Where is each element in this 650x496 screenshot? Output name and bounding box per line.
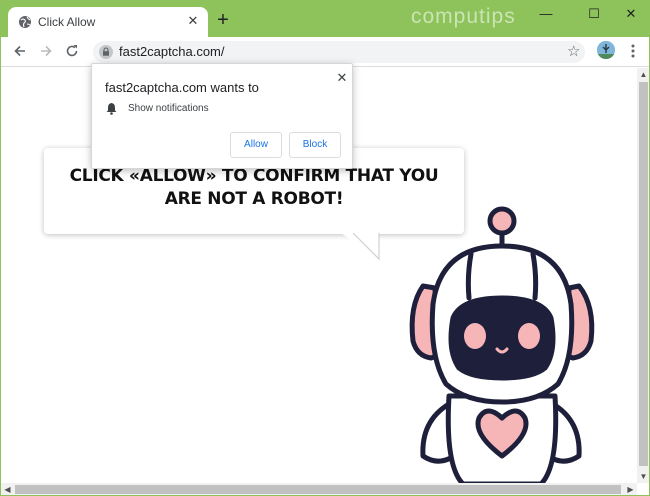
tab-close-icon[interactable]: ✕ xyxy=(185,13,201,29)
vertical-scroll-thumb[interactable] xyxy=(639,82,648,466)
bell-icon xyxy=(106,103,117,115)
window-close-icon[interactable]: ✕ xyxy=(621,7,641,21)
avatar[interactable] xyxy=(597,41,615,59)
horizontal-scroll-thumb[interactable] xyxy=(15,485,621,494)
horizontal-scrollbar[interactable]: ◀ ▶ xyxy=(1,483,637,495)
popup-title: fast2captcha.com wants to xyxy=(105,80,259,95)
new-tab-button[interactable]: + xyxy=(214,10,232,30)
globe-icon xyxy=(19,16,31,28)
speech-bubble-tail xyxy=(341,233,380,261)
star-icon[interactable]: ☆ xyxy=(567,42,580,60)
title-bar: Click Allow ✕ + computips — ☐ ✕ xyxy=(1,1,649,37)
scroll-up-icon[interactable]: ▲ xyxy=(637,68,649,81)
headline-line-2: ARE NOT A ROBOT! xyxy=(164,189,344,209)
address-bar[interactable]: fast2captcha.com/ ☆ xyxy=(93,41,585,63)
tab-click-allow[interactable]: Click Allow ✕ xyxy=(8,7,208,37)
tab-title: Click Allow xyxy=(38,15,96,29)
permission-label: Show notifications xyxy=(128,103,209,114)
vertical-scrollbar[interactable]: ▲ ▼ xyxy=(637,68,649,483)
reload-icon[interactable] xyxy=(64,43,80,59)
block-button[interactable]: Block xyxy=(289,132,341,158)
notification-permission-popup: fast2captcha.com wants to ✕ Show notific… xyxy=(91,63,353,169)
lock-icon[interactable] xyxy=(99,45,113,59)
headline: CLICK «ALLOW» TO CONFIRM THAT YOU ARE NO… xyxy=(44,165,464,211)
scroll-right-icon[interactable]: ▶ xyxy=(624,483,637,495)
robot-illustration xyxy=(409,206,595,483)
url-text[interactable]: fast2captcha.com/ xyxy=(119,44,225,59)
back-arrow-icon[interactable] xyxy=(12,43,28,59)
kebab-menu-icon[interactable] xyxy=(625,43,641,59)
browser-window: Click Allow ✕ + computips — ☐ ✕ fast2cap… xyxy=(0,0,650,496)
watermark: computips xyxy=(411,5,516,28)
forward-arrow-icon[interactable] xyxy=(38,43,54,59)
scroll-left-icon[interactable]: ◀ xyxy=(1,483,14,495)
avatar-image xyxy=(597,41,615,59)
minimize-icon[interactable]: — xyxy=(536,7,556,21)
maximize-icon[interactable]: ☐ xyxy=(584,7,604,21)
headline-line-1: CLICK «ALLOW» TO CONFIRM THAT YOU xyxy=(69,166,439,186)
popup-close-icon[interactable]: ✕ xyxy=(335,70,349,86)
allow-button[interactable]: Allow xyxy=(230,132,282,158)
scroll-down-icon[interactable]: ▼ xyxy=(637,470,649,483)
